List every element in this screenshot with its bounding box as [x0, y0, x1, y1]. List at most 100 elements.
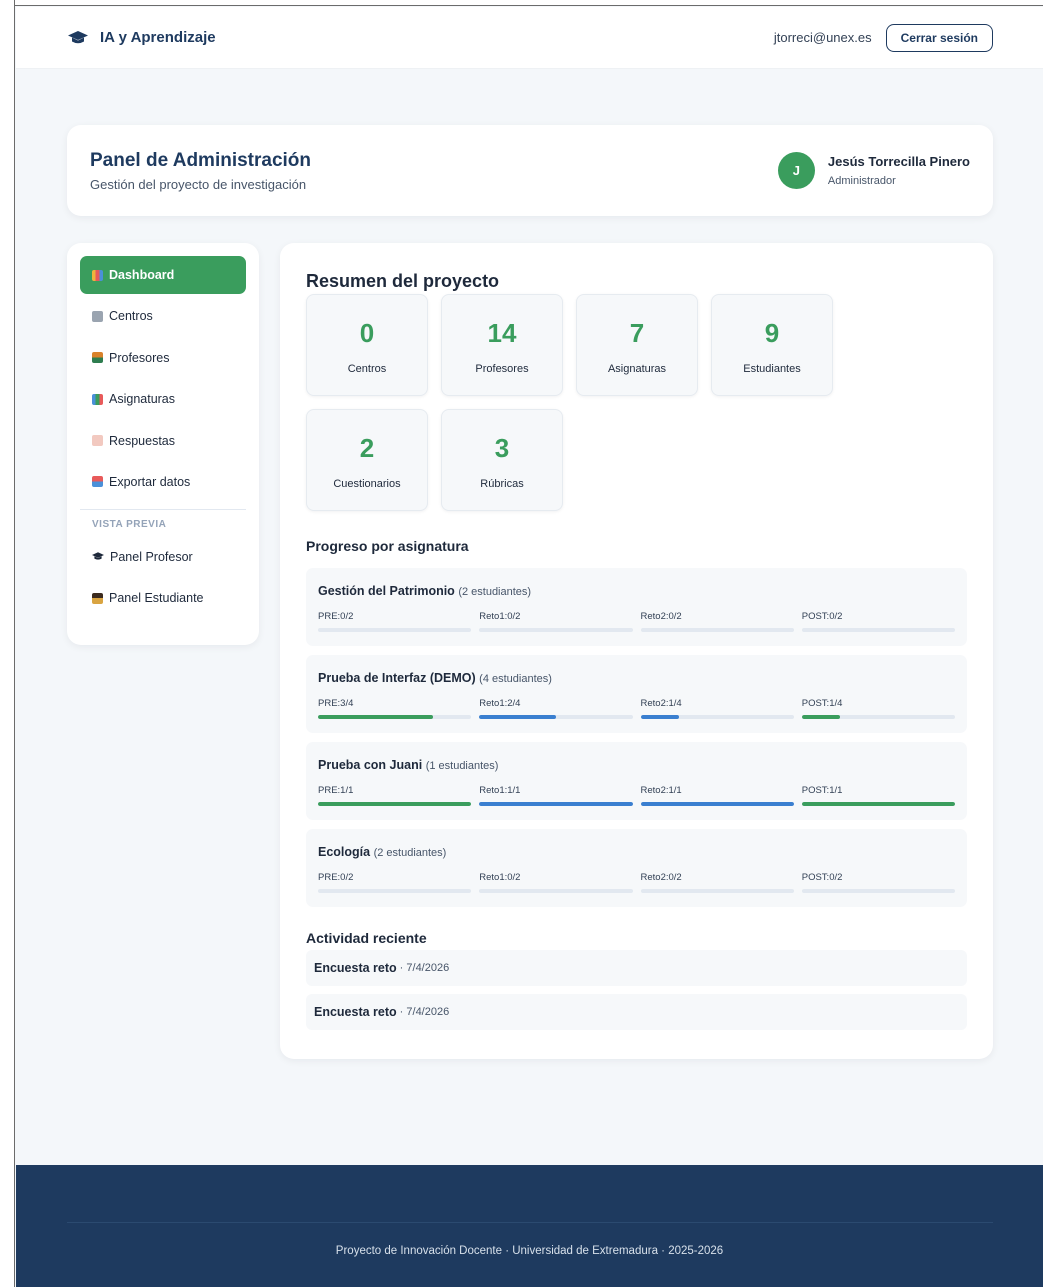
progress-bar-track — [801, 628, 955, 632]
phase-label: PRE:1/1 — [318, 785, 354, 796]
sidebar-item-label: Dashboard — [109, 268, 175, 282]
subject-progress-card: Ecología (2 estudiantes) PRE:0/2 Reto1:0/2… — [306, 829, 967, 907]
subject-title: Prueba de Interfaz (DEMO) (4 estudiantes… — [318, 671, 955, 685]
activity-date: · 7/4/2026 — [399, 962, 450, 974]
progress-bar-fill — [640, 802, 794, 806]
phase-label: Reto1:0/2 — [479, 611, 521, 622]
phase-label: PRE:0/2 — [318, 872, 354, 883]
logout-button[interactable]: Cerrar sesión — [885, 23, 993, 52]
phase-progress: POST:0/2 — [801, 872, 955, 893]
avatar: J — [777, 152, 815, 189]
progress-bar-fill — [318, 802, 472, 806]
top-bar: IA y Aprendizaje jtorreci@unex.es Cerrar… — [16, 7, 1043, 69]
stats-grid: 0 Centros 14 Profesores 7 Asignaturas 9 … — [306, 294, 967, 511]
download-icon — [92, 476, 103, 488]
subject-progress-card: Gestión del Patrimonio (2 estudiantes) PR… — [306, 568, 967, 646]
activity-date: · 7/4/2026 — [399, 1006, 450, 1018]
sidebar-item-respuestas[interactable]: Respuestas — [80, 422, 246, 460]
sidebar-item-centros[interactable]: Centros — [80, 297, 246, 335]
progress-title: Progreso por asignatura — [306, 538, 469, 554]
activity-item[interactable]: Encuesta reto · 7/4/2026 — [306, 994, 967, 1030]
phase-progress: Reto1:1/1 — [479, 785, 633, 806]
subject-student-count: (4 estudiantes) — [479, 673, 552, 685]
building-icon — [92, 310, 103, 322]
subject-progress-card: Prueba de Interfaz (DEMO) (4 estudiantes… — [306, 655, 967, 733]
activity-item[interactable]: Encuesta reto · 7/4/2026 — [306, 950, 967, 986]
brand[interactable]: IA y Aprendizaje — [68, 29, 216, 46]
stat-label: Centros — [347, 363, 387, 375]
graduation-cap-icon — [68, 30, 88, 43]
progress-bar-track — [640, 802, 794, 806]
summary-title: Resumen del proyecto — [306, 271, 500, 291]
progress-bar-track — [479, 889, 633, 893]
progress-bar-track — [640, 628, 794, 632]
phase-label: POST:0/2 — [801, 872, 843, 883]
stat-card-rubricas: 3 Rúbricas — [441, 409, 563, 511]
sidebar-item-label: Panel Profesor — [110, 549, 193, 564]
stat-card-asignaturas: 7 Asignaturas — [576, 294, 698, 396]
subject-title: Gestión del Patrimonio (2 estudiantes) — [318, 584, 955, 598]
stat-value: 3 — [494, 433, 510, 463]
phase-label: PRE:0/2 — [318, 611, 354, 622]
user-role: Administrador — [827, 175, 896, 187]
subject-name: Ecología — [318, 845, 371, 859]
stat-label: Rúbricas — [480, 478, 524, 490]
sidebar-item-label: Asignaturas — [109, 392, 176, 407]
main-content: Resumen del proyecto 0 Centros 14 Profes… — [280, 243, 993, 1059]
stat-card-centros: 0 Centros — [306, 294, 428, 396]
progress-bar-fill — [801, 715, 841, 719]
subject-student-count: (2 estudiantes) — [458, 586, 532, 598]
subject-student-count: (1 estudiantes) — [425, 760, 499, 772]
user-name: Jesús Torrecilla Pinero — [827, 154, 970, 169]
activity-title-text: Encuesta reto — [314, 961, 397, 975]
phase-label: POST:0/2 — [801, 611, 843, 622]
stat-card-profesores: 14 Profesores — [441, 294, 563, 396]
stat-label: Asignaturas — [607, 363, 667, 375]
sidebar-item-exportar-datos[interactable]: Exportar datos — [80, 463, 246, 501]
progress-bar-track — [318, 715, 472, 719]
phase-progress: Reto1:0/2 — [479, 872, 633, 893]
phase-progress: POST:1/4 — [801, 698, 955, 719]
progress-bar-track — [801, 715, 955, 719]
phase-label: Reto1:1/1 — [479, 785, 521, 796]
phase-label: Reto2:0/2 — [640, 611, 682, 622]
progress-bar-track — [479, 802, 633, 806]
phase-progress: Reto2:1/4 — [640, 698, 794, 719]
sidebar-item-dashboard[interactable]: Dashboard — [80, 256, 246, 294]
sidebar: Dashboard Centros Profesores Asignaturas… — [67, 243, 259, 645]
subject-progress-card: Prueba con Juani (1 estudiantes) PRE:1/1 R… — [306, 742, 967, 820]
sidebar-item-panel-profesor[interactable]: Panel Profesor — [80, 538, 246, 576]
progress-bar-fill — [479, 802, 633, 806]
phase-progress: Reto2:0/2 — [640, 611, 794, 632]
sidebar-item-panel-estudiante[interactable]: Panel Estudiante — [80, 579, 246, 617]
user-email: jtorreci@unex.es — [773, 30, 872, 45]
footer-text: Proyecto de Innovación Docente · Univers… — [335, 1245, 724, 1257]
phase-progress: PRE:1/1 — [318, 785, 472, 806]
phase-progress: POST:0/2 — [801, 611, 955, 632]
progress-bar-track — [318, 628, 472, 632]
progress-bar-fill — [479, 715, 556, 719]
memo-icon — [92, 435, 103, 447]
teacher-icon — [92, 352, 103, 364]
subject-title: Prueba con Juani (1 estudiantes) — [318, 758, 955, 772]
footer-divider — [67, 1222, 993, 1223]
stat-value: 14 — [487, 318, 517, 348]
phase-progress: PRE:0/2 — [318, 611, 472, 632]
sidebar-item-label: Panel Estudiante — [109, 591, 204, 606]
stat-value: 2 — [359, 433, 375, 463]
phase-label: Reto2:1/4 — [640, 698, 682, 709]
stat-value: 7 — [629, 318, 645, 348]
sidebar-section-label: VISTA PREVIA — [92, 518, 167, 530]
progress-bar-track — [640, 715, 794, 719]
sidebar-item-asignaturas[interactable]: Asignaturas — [80, 380, 246, 418]
sidebar-divider — [80, 508, 246, 510]
progress-bar-track — [801, 802, 955, 806]
sidebar-item-profesores[interactable]: Profesores — [80, 339, 246, 377]
page-title: Panel de Administración — [90, 149, 312, 171]
brand-name: IA y Aprendizaje — [100, 29, 216, 46]
progress-bar-track — [801, 889, 955, 893]
stat-card-estudiantes: 9 Estudiantes — [711, 294, 833, 396]
phase-progress: PRE:3/4 — [318, 698, 472, 719]
phase-label: Reto2:1/1 — [640, 785, 682, 796]
progress-bar-fill — [318, 715, 433, 719]
